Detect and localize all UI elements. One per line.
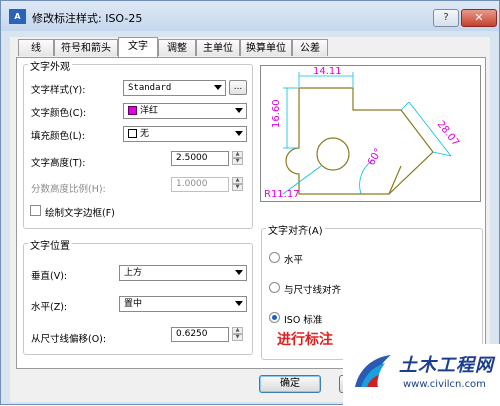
fill-color-select[interactable]: 无 xyxy=(123,126,247,142)
up-arrow-icon[interactable]: ▲ xyxy=(232,151,243,158)
empty-swatch-icon xyxy=(128,129,137,138)
angle-edge xyxy=(388,165,402,195)
tab-lines[interactable]: 线 xyxy=(18,39,54,56)
chevron-down-icon xyxy=(235,301,243,306)
right-dimension-text: 28.07 xyxy=(435,119,461,148)
text-height-label: 文字高度(T): xyxy=(31,158,86,169)
align-horizontal-radio[interactable] xyxy=(269,252,280,263)
horizontal-select[interactable]: 置中 xyxy=(119,296,247,312)
dialog-window: A 修改标注样式: ISO-25 ? ✕ 线 符号和箭头 文字 调整 主单位 换… xyxy=(0,0,500,406)
left-dimension-text: 16.60 xyxy=(271,99,282,128)
chevron-down-icon xyxy=(235,108,243,113)
text-style-select[interactable]: Standard xyxy=(123,80,226,96)
preview-dimensions xyxy=(282,72,452,195)
draw-frame-checkbox[interactable] xyxy=(30,205,41,216)
align-iso-label: ISO 标准 xyxy=(284,315,323,326)
window-title: 修改标注样式: ISO-25 xyxy=(32,12,143,25)
tab-primary-units[interactable]: 主单位 xyxy=(196,39,240,56)
vertical-value: 上方 xyxy=(124,268,143,278)
up-arrow-icon[interactable]: ▲ xyxy=(232,177,243,184)
tab-text[interactable]: 文字 xyxy=(118,37,158,57)
align-iso-radio[interactable] xyxy=(269,312,280,323)
text-alignment-title: 文字对齐(A) xyxy=(266,222,325,237)
text-appearance-title: 文字外观 xyxy=(28,58,72,73)
tab-symbols-arrows[interactable]: 符号和箭头 xyxy=(54,39,118,56)
text-style-value: Standard xyxy=(128,83,172,93)
fill-color-value: 无 xyxy=(140,129,150,139)
align-horizontal-label: 水平 xyxy=(284,255,304,266)
fraction-scale-input[interactable]: 1.0000 xyxy=(171,177,229,192)
dimension-preview: 14.11 16.60 28.07 60° R11.17 xyxy=(260,65,481,202)
tab-fit[interactable]: 调整 xyxy=(158,39,196,56)
text-color-label: 文字颜色(C): xyxy=(31,108,87,119)
vertical-select[interactable]: 上方 xyxy=(119,265,247,281)
hole-circle xyxy=(316,137,350,171)
fraction-scale-label: 分数高度比例(H): xyxy=(31,184,106,195)
tab-tolerances[interactable]: 公差 xyxy=(292,39,328,56)
draw-frame-label: 绘制文字边框(F) xyxy=(45,208,115,219)
tab-alternate-units[interactable]: 换算单位 xyxy=(240,39,292,56)
ok-button[interactable]: 确定 xyxy=(259,375,321,393)
site-logo-icon xyxy=(355,355,391,387)
preview-drawing: 14.11 16.60 28.07 60° R11.17 xyxy=(264,66,461,200)
site-logo-text: 土木工程网 xyxy=(399,355,494,376)
fill-color-label: 填充颜色(L): xyxy=(31,131,85,142)
right-ext-top xyxy=(400,101,410,111)
site-logo-url: www.civilcn.com xyxy=(403,379,486,390)
down-arrow-icon[interactable]: ▼ xyxy=(232,334,243,341)
app-icon: A xyxy=(9,9,26,24)
fraction-scale-stepper[interactable]: ▲ ▼ xyxy=(232,177,243,192)
text-height-input[interactable]: 2.5000 xyxy=(171,151,229,166)
horizontal-value: 置中 xyxy=(124,299,143,309)
magenta-swatch-icon xyxy=(128,106,137,115)
chevron-down-icon xyxy=(235,131,243,136)
offset-label: 从尺寸线偏移(O): xyxy=(31,334,107,345)
offset-input[interactable]: 0.6250 xyxy=(171,327,229,342)
down-arrow-icon[interactable]: ▼ xyxy=(232,158,243,165)
chevron-down-icon xyxy=(214,85,222,90)
down-arrow-icon[interactable]: ▼ xyxy=(232,184,243,191)
close-button[interactable]: ✕ xyxy=(461,9,497,27)
help-button[interactable]: ? xyxy=(433,9,459,27)
title-bar[interactable]: A 修改标注样式: ISO-25 ? ✕ xyxy=(1,1,499,31)
offset-stepper[interactable]: ▲ ▼ xyxy=(232,327,243,342)
top-dimension-text: 14.11 xyxy=(313,66,342,77)
horizontal-label: 水平(Z): xyxy=(31,302,68,313)
text-style-label: 文字样式(Y): xyxy=(31,85,86,96)
watermark-caption: 进行标注 xyxy=(277,332,333,348)
chevron-down-icon xyxy=(235,270,243,275)
angle-dimension-text: 60° xyxy=(366,147,384,168)
align-dimline-label: 与尺寸线对齐 xyxy=(284,285,342,296)
text-color-value: 洋红 xyxy=(140,106,159,116)
align-dimline-radio[interactable] xyxy=(269,282,280,293)
text-style-browse-button[interactable]: ... xyxy=(229,80,247,95)
up-arrow-icon[interactable]: ▲ xyxy=(232,327,243,334)
text-placement-title: 文字位置 xyxy=(28,237,72,252)
vertical-label: 垂直(V): xyxy=(31,271,68,282)
text-color-select[interactable]: 洋红 xyxy=(123,103,247,119)
radius-dimension-text: R11.17 xyxy=(264,189,300,200)
text-height-stepper[interactable]: ▲ ▼ xyxy=(232,151,243,166)
